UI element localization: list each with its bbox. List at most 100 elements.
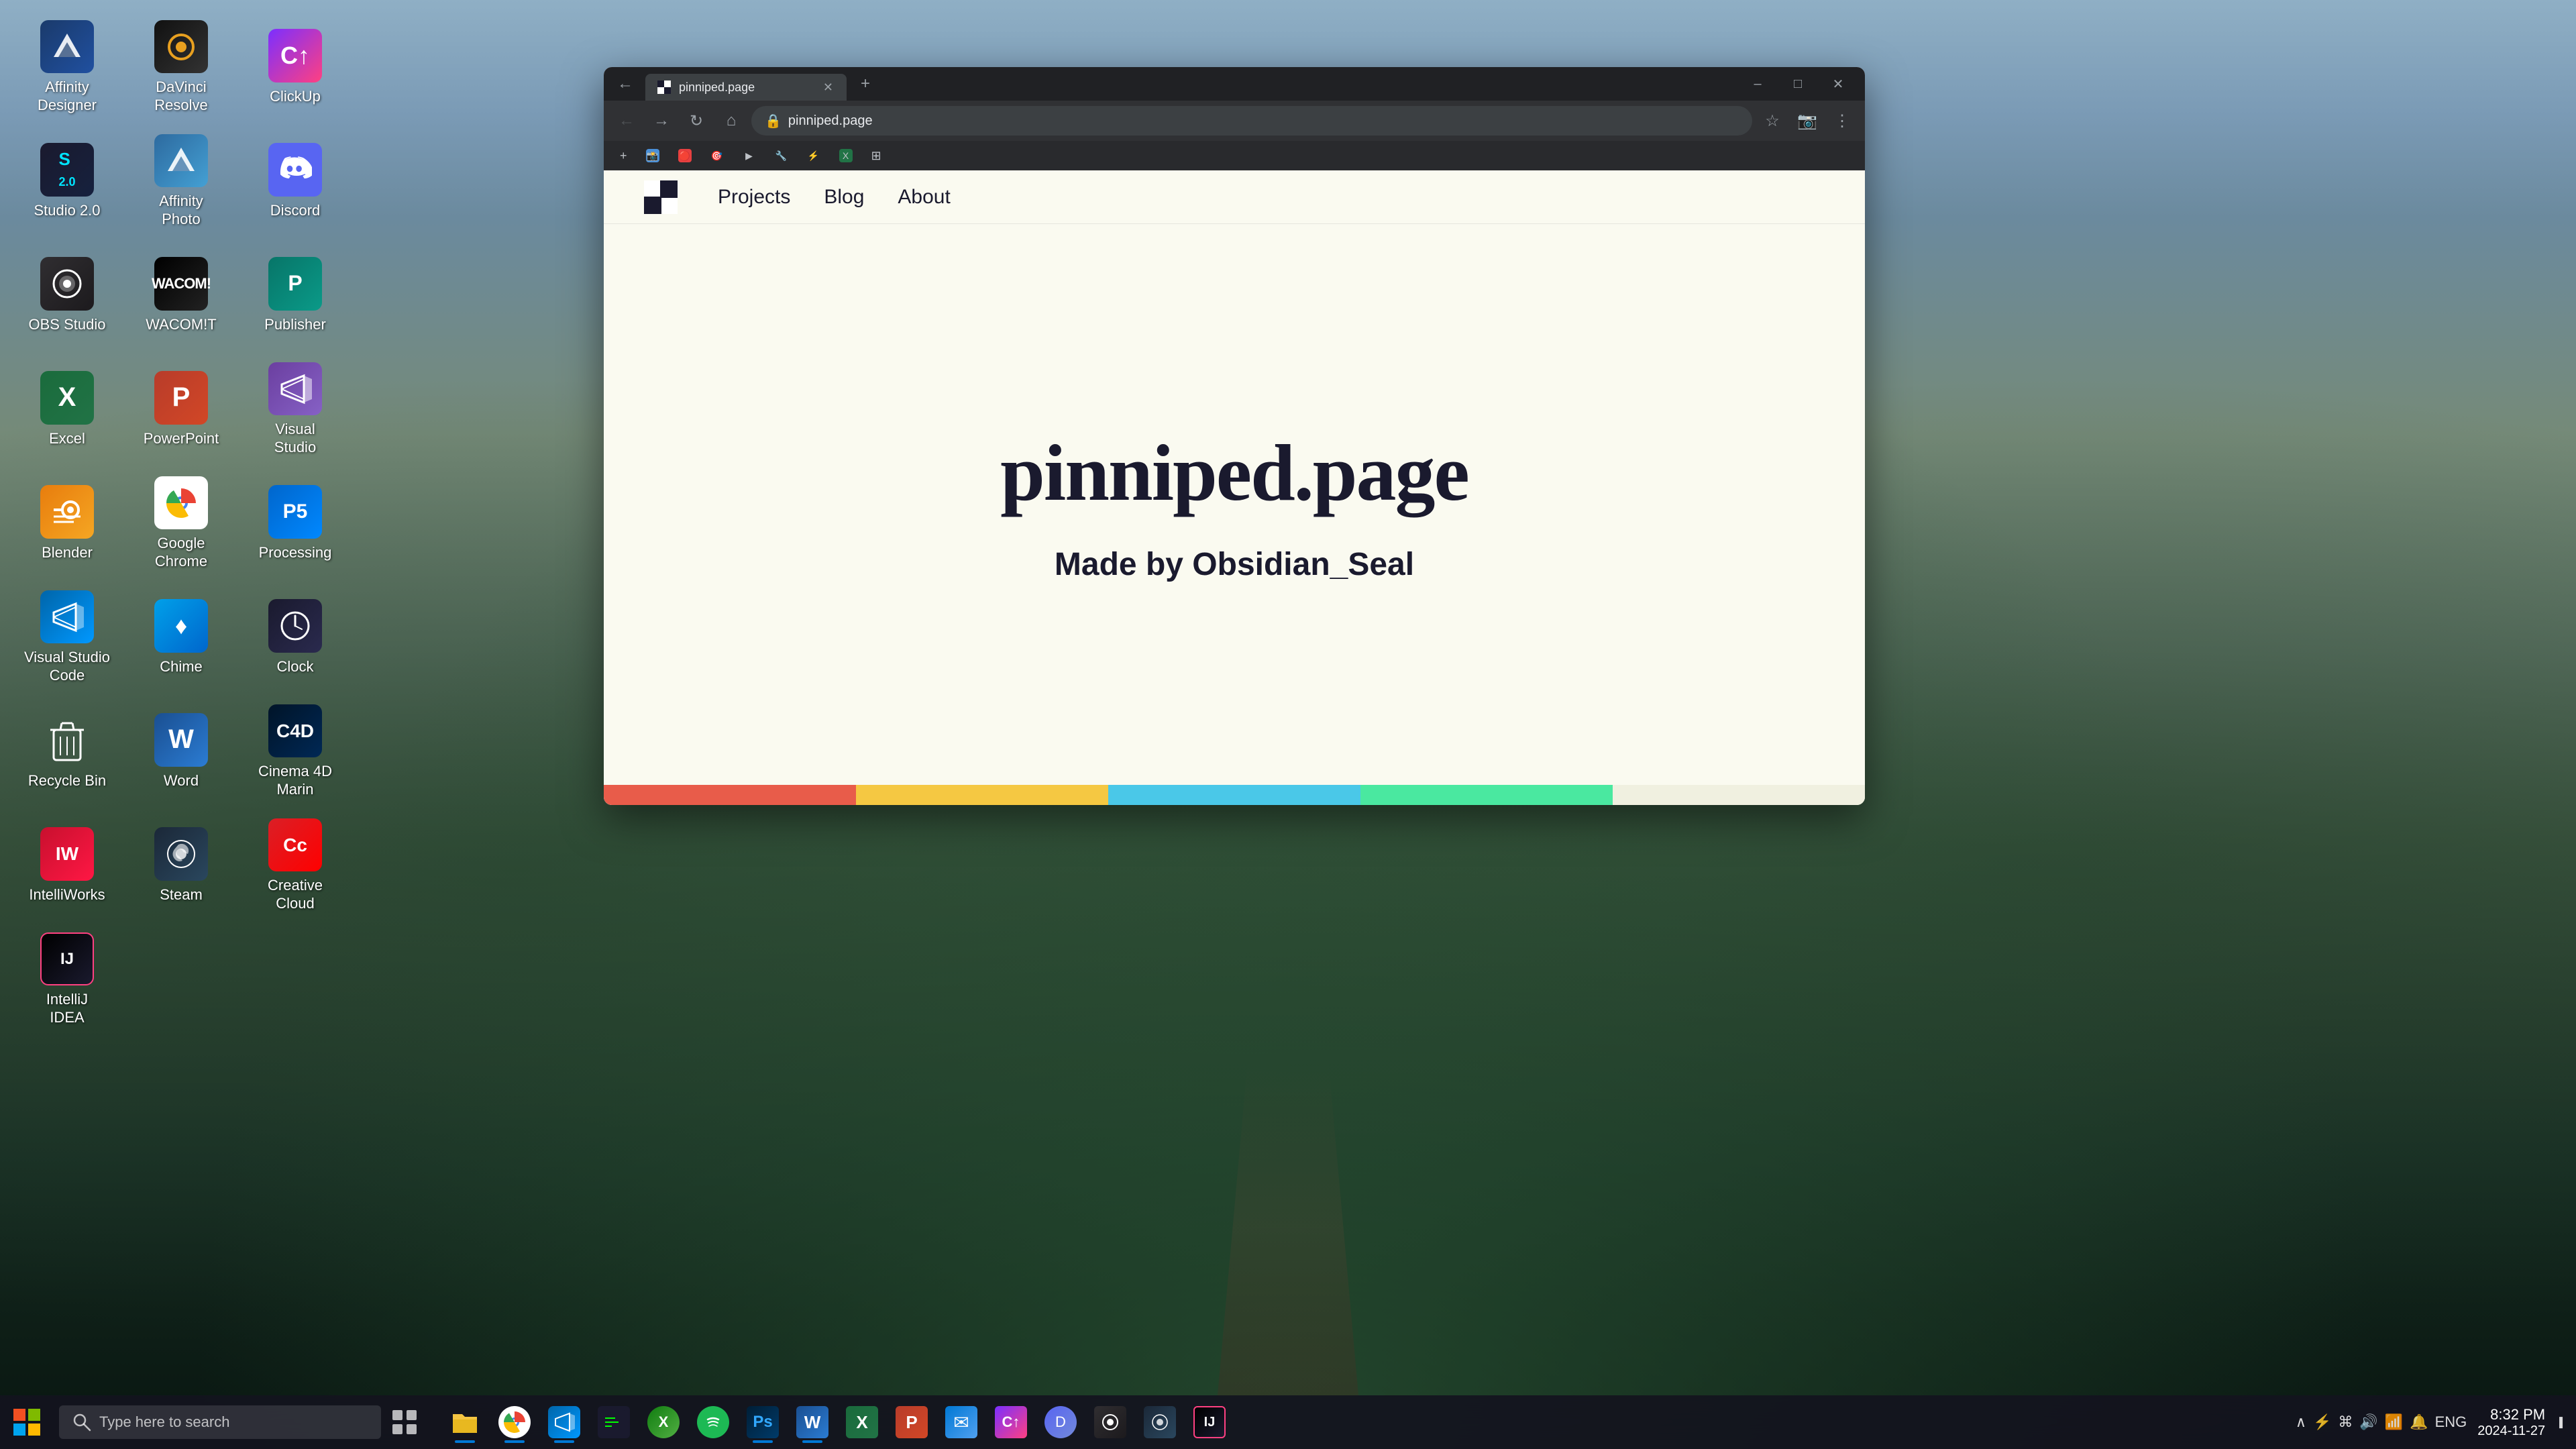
bookmark-item-4[interactable]: ▶ [735, 146, 764, 165]
icon-clickup[interactable]: C↑ ClickUp [241, 13, 349, 121]
icon-visual-studio[interactable]: VisualStudio [241, 356, 349, 463]
icon-label-blender: Blender [42, 544, 93, 561]
taskbar-vscode[interactable] [541, 1399, 588, 1446]
desktop-icons-grid: AffinityDesigner DaVinciResolve C↑ Click… [13, 13, 349, 1033]
icon-davinci-resolve[interactable]: DaVinciResolve [127, 13, 235, 121]
bookmark-icon-2: 🔴 [678, 149, 692, 162]
start-button[interactable] [0, 1395, 54, 1449]
icon-creative-cloud[interactable]: Cc CreativeCloud [241, 812, 349, 919]
nav-link-blog[interactable]: Blog [824, 186, 864, 209]
icon-clock[interactable]: Clock [241, 584, 349, 691]
taskbar-spotify[interactable] [690, 1399, 737, 1446]
nav-link-about[interactable]: About [898, 186, 950, 209]
maximize-button[interactable]: □ [1778, 67, 1818, 101]
bookmark-item-7[interactable]: X [831, 146, 861, 165]
bookmark-add[interactable]: + [612, 146, 635, 166]
icon-recycle-bin[interactable]: Recycle Bin [13, 698, 121, 805]
taskbar-excel[interactable]: X [839, 1399, 885, 1446]
icon-c4d[interactable]: C4D Cinema 4DMarin [241, 698, 349, 805]
color-bar-cyan [1108, 785, 1360, 805]
taskbar-mail[interactable]: ✉ [938, 1399, 985, 1446]
address-bar[interactable]: 🔒 pinniped.page [751, 106, 1752, 136]
reload-button[interactable]: ↻ [682, 106, 711, 136]
screenshot-button[interactable]: 📷 [1792, 106, 1822, 136]
browser-back-arrow[interactable]: ← [610, 69, 640, 99]
icon-chime[interactable]: ♦ Chime [127, 584, 235, 691]
tray-network-icon[interactable]: 📶 [2385, 1413, 2403, 1431]
icon-publisher[interactable]: P Publisher [241, 241, 349, 349]
nav-link-projects[interactable]: Projects [718, 186, 790, 209]
taskbar-search[interactable]: Type here to search [59, 1405, 381, 1439]
new-tab-button[interactable]: + [852, 70, 879, 97]
site-navigation: Projects Blog About [604, 170, 1865, 224]
taskbar-app-c[interactable] [1087, 1399, 1134, 1446]
icon-steam[interactable]: Steam [127, 812, 235, 919]
taskbar-file-explorer[interactable] [441, 1399, 488, 1446]
bookmark-item-6[interactable]: ⚡ [799, 146, 828, 165]
icon-blender[interactable]: Blender [13, 470, 121, 577]
taskbar-app-b[interactable]: D [1037, 1399, 1084, 1446]
tray-wifi-icon[interactable]: ⌘ [2338, 1413, 2353, 1431]
minimize-button[interactable]: – [1737, 67, 1778, 101]
close-button[interactable]: ✕ [1818, 67, 1858, 101]
site-hero: pinniped.page Made by Obsidian_Seal [604, 224, 1865, 785]
icon-label-excel: Excel [49, 430, 85, 447]
icon-intellij[interactable]: IJ IntelliJIDEA [13, 926, 121, 1033]
icon-intelliworks[interactable]: IW IntelliWorks [13, 812, 121, 919]
browser-titlebar: ← pinniped.page ✕ + – □ ✕ [604, 67, 1865, 101]
icon-discord[interactable]: Discord [241, 127, 349, 235]
icon-powerpoint[interactable]: P PowerPoint [127, 356, 235, 463]
taskbar-app-d[interactable] [1136, 1399, 1183, 1446]
tray-arrow-icon[interactable]: ∧ [2296, 1413, 2306, 1431]
icon-processing[interactable]: P5 Processing [241, 470, 349, 577]
website-content: Projects Blog About pinniped.page Made b… [604, 170, 1865, 805]
browser-tab-active[interactable]: pinniped.page ✕ [645, 74, 847, 101]
tray-volume-icon[interactable]: 🔊 [2359, 1413, 2377, 1431]
tray-notification-icon[interactable]: 🔔 [2410, 1413, 2428, 1431]
bookmark-screenshot[interactable]: 📸 [638, 146, 667, 165]
tray-lang-icon[interactable]: ENG [2435, 1413, 2467, 1431]
show-desktop-button[interactable]: ▐ [2556, 1417, 2563, 1428]
search-placeholder-text: Type here to search [99, 1413, 229, 1431]
icon-vscode[interactable]: Visual StudioCode [13, 584, 121, 691]
task-view-button[interactable] [381, 1399, 428, 1446]
bookmark-icon-4: ▶ [743, 149, 756, 162]
icon-affinity-photo[interactable]: AffinityPhoto [127, 127, 235, 235]
icon-studio20[interactable]: S2.0 Studio 2.0 [13, 127, 121, 235]
site-logo[interactable] [644, 180, 678, 214]
taskbar-app-e[interactable]: IJ [1186, 1399, 1233, 1446]
icon-wacom[interactable]: WACOM! WACOM!T [127, 241, 235, 349]
icon-chrome[interactable]: GoogleChrome [127, 470, 235, 577]
taskbar-word[interactable]: W [789, 1399, 836, 1446]
icon-word[interactable]: W Word [127, 698, 235, 805]
taskbar-terminal[interactable] [590, 1399, 637, 1446]
taskbar-app-a[interactable]: C↑ [987, 1399, 1034, 1446]
taskbar-powerpoint[interactable]: P [888, 1399, 935, 1446]
bookmark-extensions[interactable]: ⊞ [863, 146, 890, 166]
tab-favicon [656, 79, 672, 95]
more-button[interactable]: ⋮ [1827, 106, 1857, 136]
bookmark-icon-1: 📸 [646, 149, 659, 162]
tab-close-button[interactable]: ✕ [820, 78, 836, 97]
taskbar-xbox[interactable]: X [640, 1399, 687, 1446]
forward-button[interactable]: → [647, 106, 676, 136]
taskbar-chrome[interactable] [491, 1399, 538, 1446]
bookmark-item-5[interactable]: 🔧 [767, 146, 796, 165]
back-button[interactable]: ← [612, 106, 641, 136]
taskbar-clock[interactable]: 8:32 PM 2024-11-27 [2477, 1406, 2545, 1439]
bookmark-star-button[interactable]: ☆ [1758, 106, 1787, 136]
bookmark-item-2[interactable]: 🔴 [670, 146, 700, 165]
tab-title: pinniped.page [679, 80, 755, 95]
tray-battery-icon[interactable]: ⚡ [2313, 1413, 2331, 1431]
browser-navbar: ← → ↻ ⌂ 🔒 pinniped.page ☆ 📷 ⋮ [604, 101, 1865, 141]
home-button[interactable]: ⌂ [716, 106, 746, 136]
bookmark-icon-6: ⚡ [807, 149, 820, 162]
bookmark-item-3[interactable]: 🎯 [702, 146, 732, 165]
icon-excel[interactable]: X Excel [13, 356, 121, 463]
icon-affinity-designer[interactable]: AffinityDesigner [13, 13, 121, 121]
taskbar: Type here to search [0, 1395, 2576, 1449]
search-icon [72, 1413, 91, 1432]
icon-obs[interactable]: OBS Studio [13, 241, 121, 349]
taskbar-photoshop[interactable]: Ps [739, 1399, 786, 1446]
site-title: pinniped.page [1000, 427, 1468, 519]
